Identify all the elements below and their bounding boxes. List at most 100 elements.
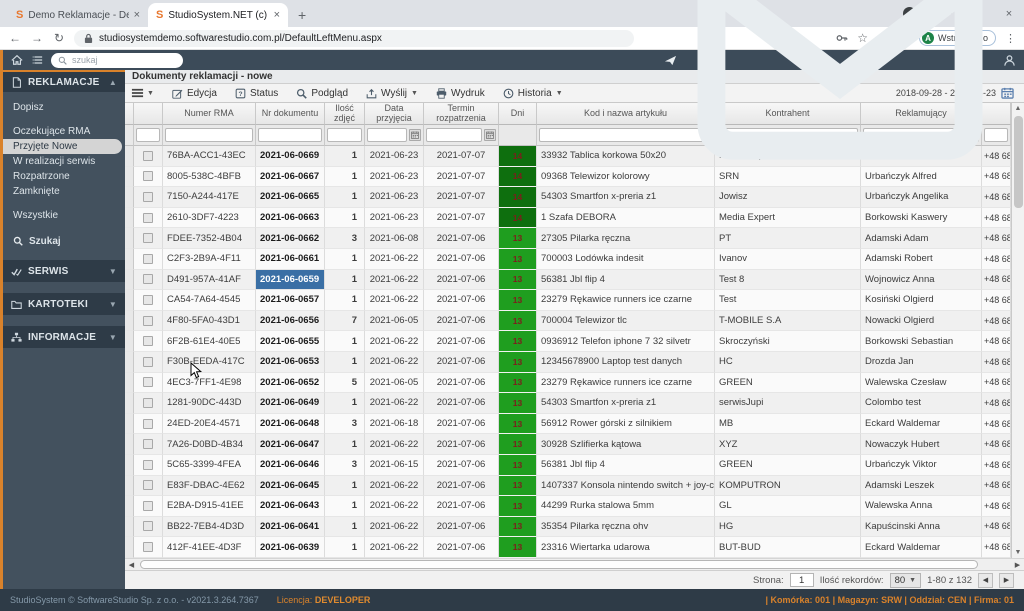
checkbox[interactable] (143, 480, 153, 490)
home-icon[interactable] (11, 54, 23, 66)
tab-close-icon[interactable]: × (134, 9, 140, 21)
browser-tab-1[interactable]: S Demo Reklamacje - Demo on lin × (8, 3, 148, 27)
table-row[interactable]: 24ED-20E4-45712021-06-064832021-06-18202… (125, 414, 1011, 435)
toolbar-button-wylij[interactable]: Wyślij▼ (358, 86, 426, 101)
sidebar-item-w-realizacji-serwis[interactable]: W realizacji serwis (3, 154, 125, 169)
cell-doc-number[interactable]: 2021-06-0662 (256, 228, 325, 249)
column-header-doc[interactable]: Nr dokumentu (256, 103, 325, 125)
table-row[interactable]: C2F3-2B9A-4F112021-06-066112021-06-22202… (125, 249, 1011, 270)
reload-icon[interactable]: ↻ (52, 31, 66, 45)
sidebar-item-oczekuj-ce-rma[interactable]: Oczekujące RMA (3, 124, 125, 139)
filter-input-qty[interactable] (327, 128, 362, 142)
cell-doc-number[interactable]: 2021-06-0649 (256, 393, 325, 414)
vertical-scrollbar[interactable]: ▲ ▼ (1011, 103, 1024, 558)
row-checkbox-cell[interactable] (134, 187, 163, 208)
column-header-qty[interactable]: Ilość zdjęć (325, 103, 365, 125)
checkbox[interactable] (143, 521, 153, 531)
sidebar-section-reklamacje[interactable]: REKLAMACJE▲ (3, 70, 125, 92)
row-checkbox-cell[interactable] (134, 476, 163, 497)
global-search-input[interactable]: szukaj (51, 53, 183, 68)
cell-doc-number[interactable]: 2021-06-0665 (256, 187, 325, 208)
table-row[interactable]: 412F-41EE-4D3F2021-06-063912021-06-22202… (125, 537, 1011, 558)
checkbox[interactable] (143, 542, 153, 552)
menu-list-icon[interactable] (31, 54, 43, 66)
checkbox[interactable] (143, 151, 153, 161)
column-header-due[interactable]: Termin rozpatrzenia (424, 103, 499, 125)
horizontal-scrollbar[interactable]: ◀ ▶ (125, 558, 1024, 570)
row-checkbox-cell[interactable] (134, 414, 163, 435)
checkbox[interactable] (143, 171, 153, 181)
tab-close-icon[interactable]: × (274, 9, 280, 21)
toolbar-button-edycja[interactable]: Edycja (164, 86, 225, 101)
cell-doc-number[interactable]: 2021-06-0656 (256, 311, 325, 332)
sidebar-item-dopisz[interactable]: Dopisz (3, 100, 125, 115)
column-header-item[interactable]: Kod i nazwa artykułu (537, 103, 715, 125)
calendar-icon[interactable] (1001, 87, 1014, 99)
scroll-up-icon[interactable]: ▲ (1015, 103, 1022, 114)
row-checkbox-cell[interactable] (134, 496, 163, 517)
filter-input-due[interactable] (426, 128, 482, 142)
checkbox[interactable] (143, 398, 153, 408)
cell-doc-number[interactable]: 2021-06-0639 (256, 537, 325, 558)
next-page-button[interactable]: ▶ (999, 573, 1014, 588)
checkbox[interactable] (143, 357, 153, 367)
cell-doc-number[interactable]: 2021-06-0647 (256, 434, 325, 455)
checkbox[interactable] (143, 192, 153, 202)
row-checkbox-cell[interactable] (134, 434, 163, 455)
checkbox[interactable] (143, 254, 153, 264)
row-checkbox-cell[interactable] (134, 331, 163, 352)
cell-doc-number[interactable]: 2021-06-0659 (256, 270, 325, 291)
column-header-rma[interactable]: Numer RMA (163, 103, 256, 125)
mail-icon[interactable] (690, 0, 990, 210)
browser-tab-2[interactable]: S StudioSystem.NET (c) SoftwareSt × (148, 3, 288, 27)
cell-doc-number[interactable]: 2021-06-0667 (256, 167, 325, 188)
cell-doc-number[interactable]: 2021-06-0652 (256, 373, 325, 394)
table-row[interactable]: 1281-90DC-443D2021-06-064912021-06-22202… (125, 393, 1011, 414)
send-plane-icon[interactable] (664, 54, 677, 67)
sidebar-item-szukaj[interactable]: Szukaj (3, 233, 125, 249)
cell-doc-number[interactable]: 2021-06-0661 (256, 249, 325, 270)
window-close-button[interactable]: × (994, 8, 1024, 20)
user-icon[interactable] (1003, 54, 1016, 67)
toolbar-button-status[interactable]: ?Status (227, 86, 286, 101)
row-checkbox-cell[interactable] (134, 373, 163, 394)
toolbar-button-historia[interactable]: Historia▼ (495, 86, 571, 101)
row-checkbox-cell[interactable] (134, 270, 163, 291)
back-icon[interactable]: ← (8, 31, 22, 45)
checkbox[interactable] (143, 213, 153, 223)
table-row[interactable]: 4EC3-7FF1-4E982021-06-065252021-06-05202… (125, 373, 1011, 394)
filter-input-rma[interactable] (165, 128, 253, 142)
address-bar[interactable]: studiosystemdemo.softwarestudio.com.pl/D… (74, 30, 634, 47)
table-row[interactable]: F30B-EEDA-417C2021-06-065312021-06-22202… (125, 352, 1011, 373)
filter-input-doc[interactable] (258, 128, 322, 142)
cell-doc-number[interactable]: 2021-06-0643 (256, 496, 325, 517)
cell-doc-number[interactable]: 2021-06-0657 (256, 290, 325, 311)
checkbox[interactable] (143, 274, 153, 284)
new-tab-button[interactable]: + (298, 7, 306, 23)
checkbox[interactable] (143, 460, 153, 470)
toolbar-button-podgld[interactable]: Podgląd (288, 86, 356, 101)
checkbox[interactable] (143, 377, 153, 387)
table-row[interactable]: E2BA-D915-41EE2021-06-064312021-06-22202… (125, 496, 1011, 517)
toolbar-button-wydruk[interactable]: Wydruk (428, 86, 493, 101)
table-row[interactable]: CA54-7A64-45452021-06-065712021-06-22202… (125, 290, 1011, 311)
row-checkbox-cell[interactable] (134, 290, 163, 311)
filter-input-date_in[interactable] (367, 128, 407, 142)
prev-page-button[interactable]: ◀ (978, 573, 993, 588)
sidebar-section-serwis[interactable]: SERWIS▼ (3, 260, 125, 282)
scrollbar-thumb[interactable] (140, 560, 978, 569)
page-number-input[interactable]: 1 (790, 573, 814, 587)
cell-doc-number[interactable]: 2021-06-0646 (256, 455, 325, 476)
row-checkbox-cell[interactable] (134, 208, 163, 229)
page-size-select[interactable]: 80 ▼ (890, 573, 922, 588)
row-checkbox-cell[interactable] (134, 393, 163, 414)
forward-icon[interactable]: → (30, 31, 44, 45)
sidebar-section-kartoteki[interactable]: KARTOTEKI▼ (3, 293, 125, 315)
cell-doc-number[interactable]: 2021-06-0669 (256, 146, 325, 167)
grid-menu-button[interactable]: ▼ (131, 88, 154, 98)
row-checkbox-cell[interactable] (134, 517, 163, 538)
table-row[interactable]: E83F-DBAC-4E622021-06-064512021-06-22202… (125, 476, 1011, 497)
checkbox[interactable] (143, 316, 153, 326)
filter-input-item[interactable] (539, 128, 712, 142)
column-header-date_in[interactable]: Data przyjęcia (365, 103, 424, 125)
